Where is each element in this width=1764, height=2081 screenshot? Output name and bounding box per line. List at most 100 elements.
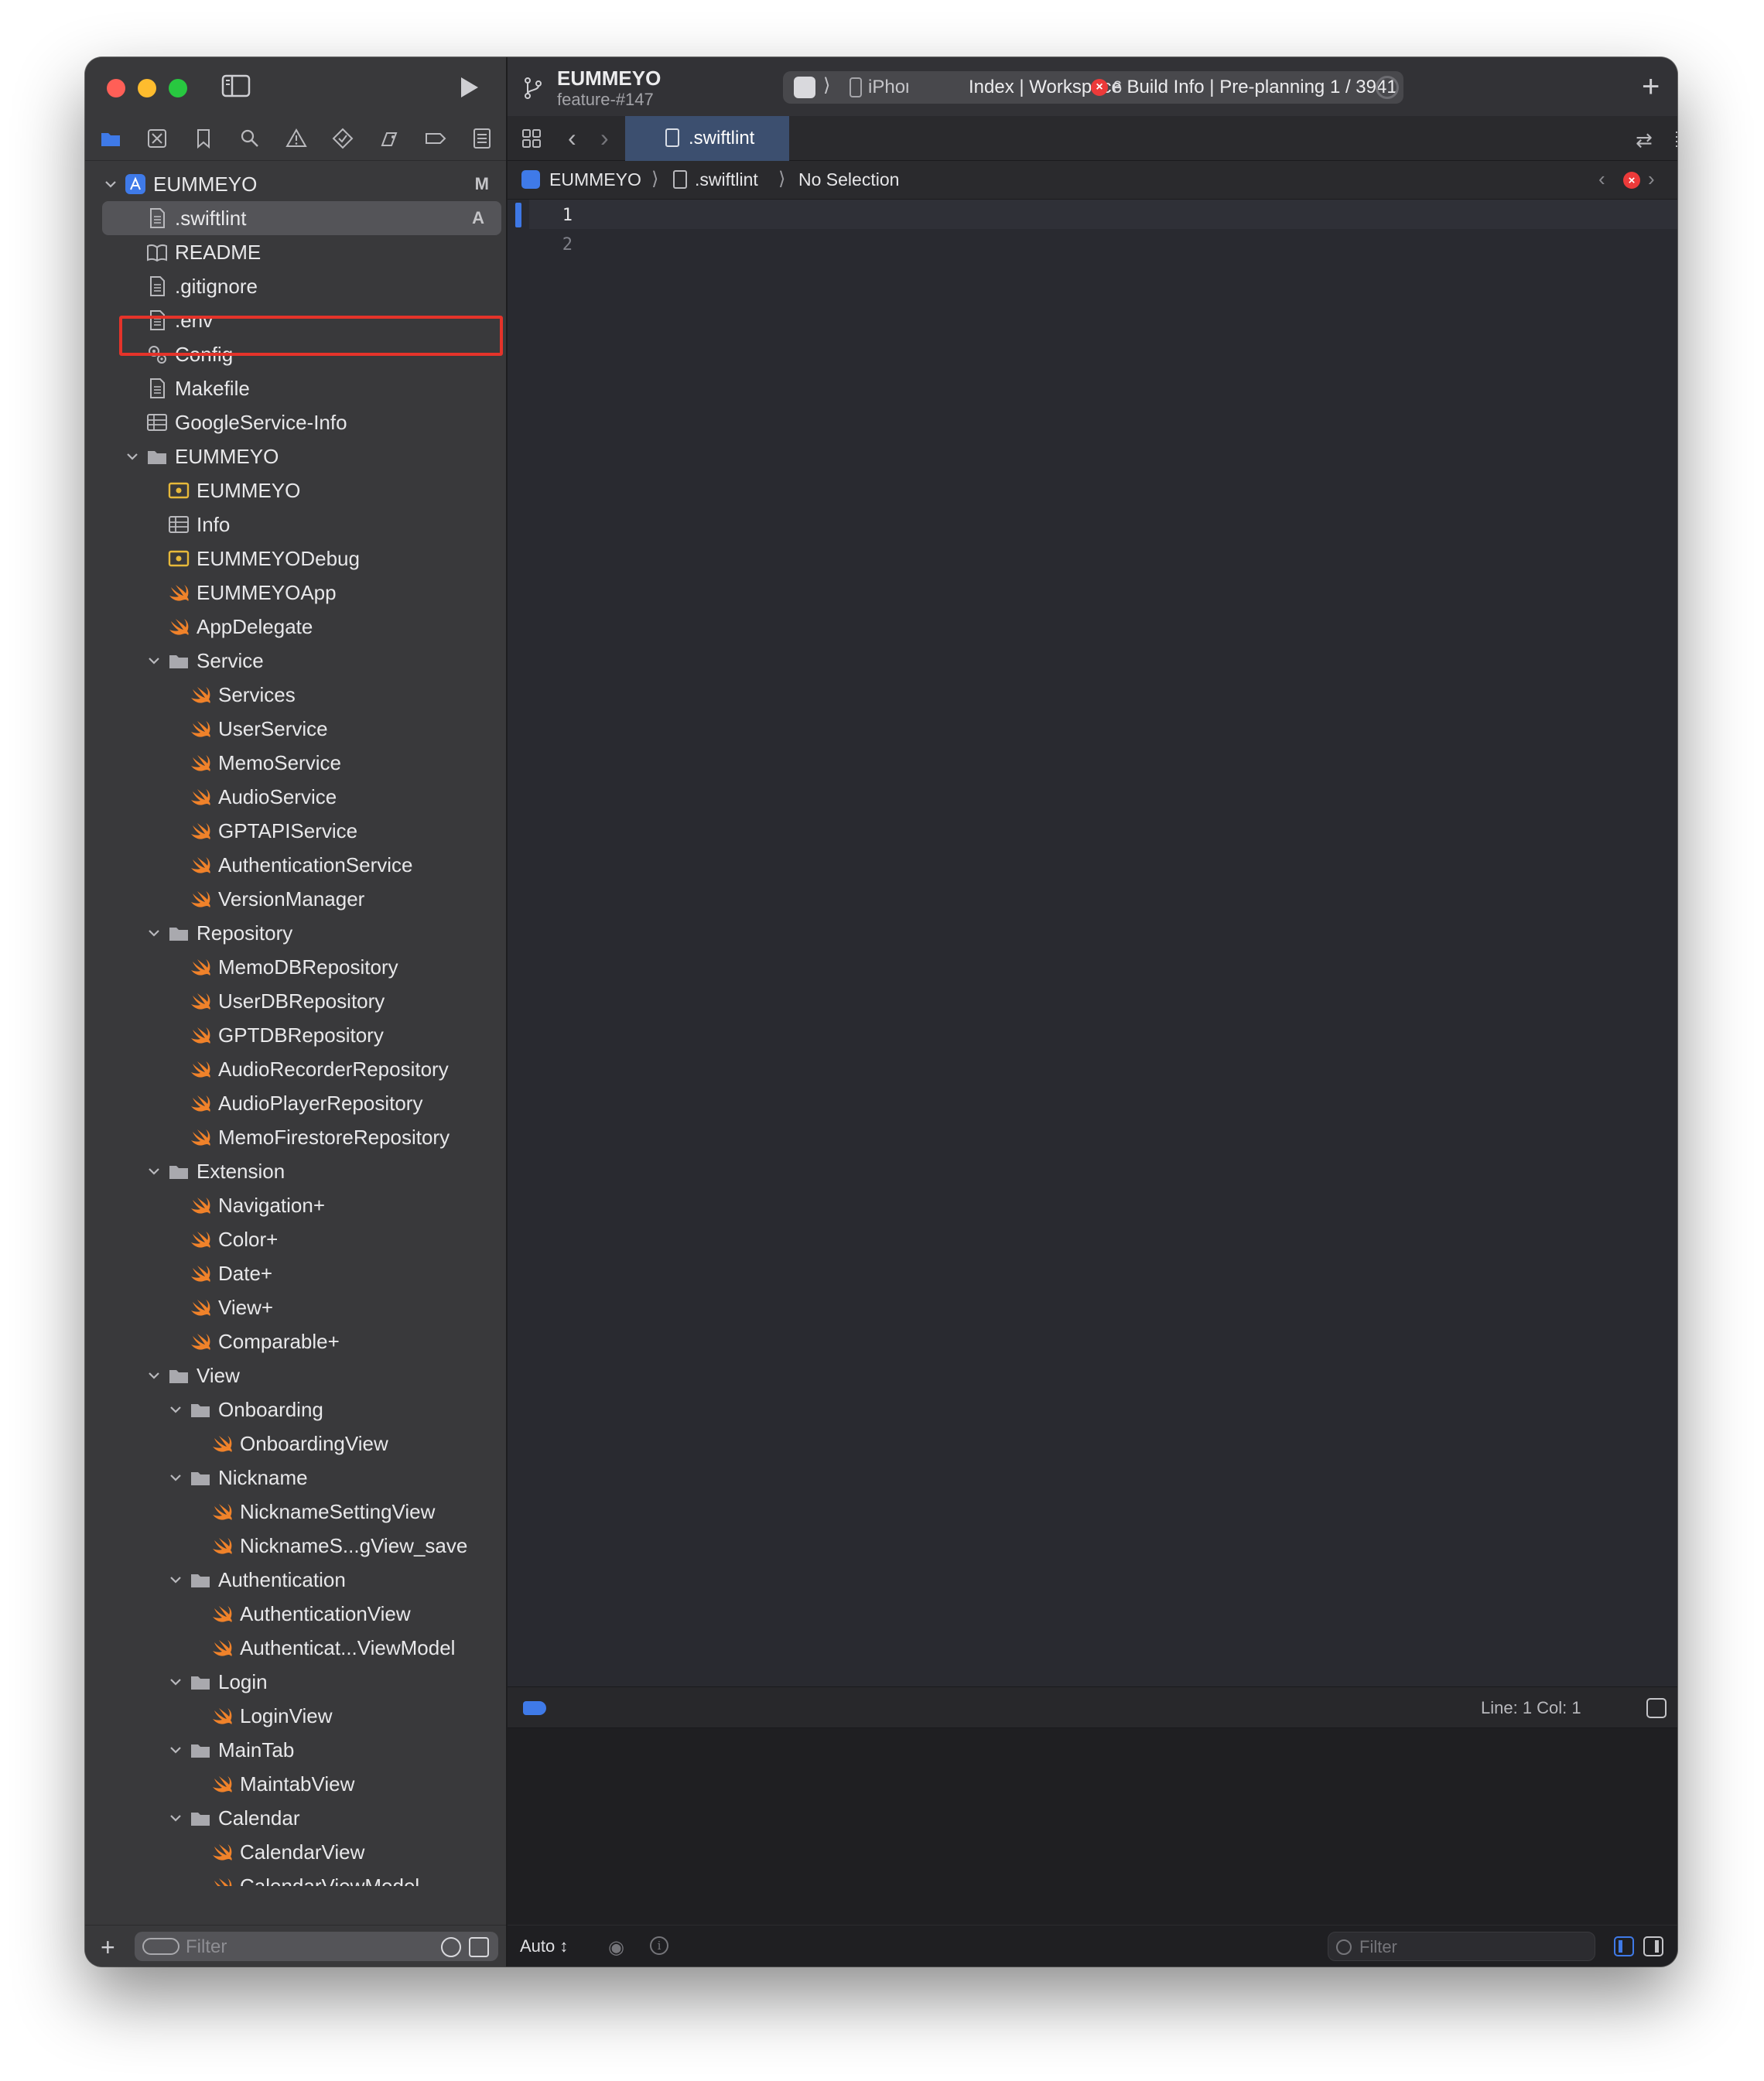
- variables-scope-popup[interactable]: Auto ↕: [520, 1936, 568, 1956]
- run-play-icon[interactable]: [455, 74, 481, 101]
- test-navigator-icon[interactable]: [331, 127, 354, 150]
- folder-row[interactable]: EUMMEYO M: [102, 167, 506, 201]
- chevron-down-icon[interactable]: [124, 448, 141, 465]
- show-variables-view-icon[interactable]: [1614, 1936, 1634, 1956]
- folder-row[interactable]: Authentication: [102, 1563, 506, 1597]
- file-row[interactable]: AppDelegate: [102, 610, 506, 644]
- debug-navigator-icon[interactable]: [378, 127, 401, 150]
- file-row[interactable]: GPTDBRepository: [102, 1018, 506, 1052]
- next-issue-icon[interactable]: ›: [1648, 167, 1655, 191]
- file-row[interactable]: CalendarViewModel: [102, 1869, 506, 1886]
- file-row[interactable]: OnboardingView: [102, 1427, 506, 1461]
- file-row[interactable]: AudioPlayerRepository: [102, 1086, 506, 1120]
- info-icon[interactable]: i: [650, 1936, 668, 1955]
- file-row[interactable]: Info: [102, 507, 506, 542]
- project-icon[interactable]: [521, 170, 540, 189]
- filter-options-icon[interactable]: [142, 1938, 179, 1955]
- library-plus-button[interactable]: +: [1642, 70, 1660, 104]
- related-items-grid-icon[interactable]: [521, 128, 542, 149]
- chevron-down-icon[interactable]: [145, 924, 162, 941]
- chevron-down-icon[interactable]: [167, 1741, 184, 1758]
- file-row[interactable]: AudioService: [102, 780, 506, 814]
- file-row[interactable]: .gitignore: [102, 269, 506, 303]
- file-row[interactable]: MaintabView: [102, 1767, 506, 1801]
- iphone-device-icon[interactable]: [850, 77, 862, 97]
- tab-swiftlint[interactable]: .swiftlint: [625, 116, 789, 161]
- branch-icon[interactable]: [521, 76, 545, 101]
- file-row[interactable]: CalendarView: [102, 1835, 506, 1869]
- folder-row[interactable]: Login: [102, 1665, 506, 1699]
- breadcrumb-project[interactable]: EUMMEYO: [549, 169, 641, 190]
- file-row[interactable]: View+: [102, 1290, 506, 1324]
- file-row[interactable]: NicknameS...gView_save: [102, 1529, 506, 1563]
- file-row[interactable]: Makefile: [102, 371, 506, 405]
- file-row[interactable]: AuthenticationView: [102, 1597, 506, 1631]
- console-area[interactable]: [508, 1728, 1677, 1925]
- folder-row[interactable]: EUMMEYO: [102, 439, 506, 473]
- error-icon[interactable]: ×: [1623, 172, 1640, 189]
- console-filter-field[interactable]: Filter: [1328, 1932, 1595, 1961]
- chevron-down-icon[interactable]: [145, 1367, 162, 1384]
- file-row[interactable]: .swiftlint A: [102, 201, 501, 235]
- chevron-down-icon[interactable]: [167, 1469, 184, 1486]
- file-row[interactable]: README: [102, 235, 506, 269]
- swap-arrows-icon[interactable]: ⇄: [1636, 128, 1653, 152]
- bookmark-navigator-icon[interactable]: [192, 127, 215, 150]
- file-row[interactable]: Navigation+: [102, 1188, 506, 1222]
- folder-row[interactable]: MainTab: [102, 1733, 506, 1767]
- source-control-change-marker[interactable]: [515, 203, 521, 227]
- folder-navigator-icon[interactable]: [99, 127, 122, 150]
- file-row[interactable]: Authenticat...ViewModel: [102, 1631, 506, 1665]
- recent-files-clock-icon[interactable]: [441, 1937, 461, 1957]
- error-count-badge[interactable]: × 6: [1091, 77, 1122, 97]
- show-console-view-icon[interactable]: [1643, 1936, 1663, 1956]
- source-editor[interactable]: 1 2: [508, 200, 1677, 1686]
- file-row[interactable]: AuthenticationService: [102, 848, 506, 882]
- folder-row[interactable]: View: [102, 1358, 506, 1392]
- file-row[interactable]: NicknameSettingView: [102, 1495, 506, 1529]
- navigator-filter-field[interactable]: Filter: [135, 1932, 498, 1961]
- scheme-app-icon[interactable]: [794, 77, 815, 98]
- chevron-down-icon[interactable]: [145, 652, 162, 669]
- breakpoint-navigator-icon[interactable]: [424, 127, 447, 150]
- file-row[interactable]: LoginView: [102, 1699, 506, 1733]
- previous-issue-icon[interactable]: ‹: [1598, 167, 1605, 191]
- add-file-button[interactable]: +: [101, 1933, 115, 1962]
- file-row[interactable]: MemoService: [102, 746, 506, 780]
- editor-options-icon[interactable]: [1674, 128, 1677, 149]
- file-row[interactable]: GoogleService-Info: [102, 405, 506, 439]
- chevron-down-icon[interactable]: [102, 176, 119, 193]
- sidebar-toggle-icon[interactable]: [221, 74, 251, 97]
- minimize-window-button[interactable]: [138, 79, 156, 97]
- file-row[interactable]: MemoDBRepository: [102, 950, 506, 984]
- file-row[interactable]: Color+: [102, 1222, 506, 1256]
- find-navigator-icon[interactable]: [238, 127, 262, 150]
- folder-row[interactable]: Extension: [102, 1154, 506, 1188]
- chevron-down-icon[interactable]: [167, 1401, 184, 1418]
- breadcrumb-file[interactable]: .swiftlint: [695, 169, 758, 190]
- folder-row[interactable]: Service: [102, 644, 506, 678]
- chevron-down-icon[interactable]: [167, 1673, 184, 1690]
- folder-row[interactable]: Calendar: [102, 1801, 506, 1835]
- run-destination-label[interactable]: iPhone: [868, 77, 908, 98]
- chevron-down-icon[interactable]: [167, 1809, 184, 1826]
- folder-row[interactable]: Nickname: [102, 1461, 506, 1495]
- file-row[interactable]: UserDBRepository: [102, 984, 506, 1018]
- file-row[interactable]: GPTAPIService: [102, 814, 506, 848]
- file-row[interactable]: EUMMEYODebug: [102, 542, 506, 576]
- file-row[interactable]: Comparable+: [102, 1324, 506, 1358]
- navigate-back-icon[interactable]: ‹: [568, 124, 576, 152]
- chevron-down-icon[interactable]: [145, 1163, 162, 1180]
- source-control-filter-icon[interactable]: [469, 1937, 489, 1957]
- file-row[interactable]: Services: [102, 678, 506, 712]
- breakpoints-toggle-icon[interactable]: [523, 1701, 546, 1715]
- file-row[interactable]: AudioRecorderRepository: [102, 1052, 506, 1086]
- issue-navigator-icon[interactable]: [285, 127, 308, 150]
- file-row[interactable]: Date+: [102, 1256, 506, 1290]
- hide-debug-area-icon[interactable]: [1646, 1698, 1667, 1718]
- navigate-forward-icon[interactable]: ›: [600, 124, 609, 152]
- source-control-navigator-icon[interactable]: [145, 127, 169, 150]
- breadcrumb-selection[interactable]: No Selection: [798, 169, 899, 190]
- file-row[interactable]: MemoFirestoreRepository: [102, 1120, 506, 1154]
- file-row[interactable]: VersionManager: [102, 882, 506, 916]
